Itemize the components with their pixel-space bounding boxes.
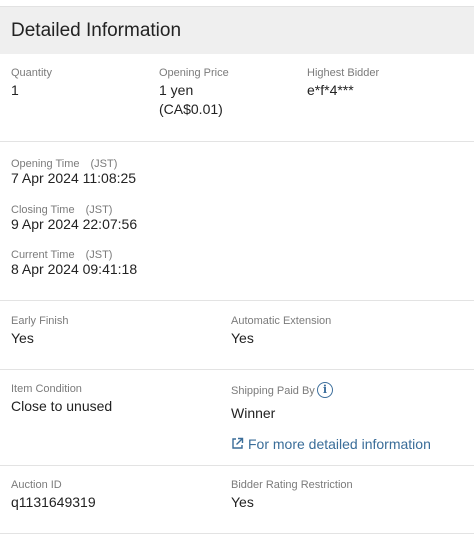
quantity-value: 1 (11, 82, 19, 98)
shipping-paid-by-value: Winner (231, 405, 276, 421)
page-title: Detailed Information (11, 20, 182, 41)
more-info-link[interactable]: For more detailed information (231, 436, 431, 452)
automatic-extension-value: Yes (231, 330, 254, 346)
more-info-link-text: For more detailed information (248, 436, 431, 452)
divider (0, 465, 474, 466)
opening-price-value: 1 yen (159, 82, 194, 98)
divider (0, 141, 474, 142)
automatic-extension-label: Automatic Extension (231, 315, 332, 327)
early-finish-label: Early Finish (11, 315, 69, 327)
divider (0, 533, 474, 534)
divider (0, 369, 474, 370)
item-condition-label: Item Condition (11, 383, 82, 395)
divider (0, 300, 474, 301)
external-link-icon (232, 437, 244, 449)
quantity-label: Quantity (11, 67, 52, 79)
current-time-label: Current Time (JST) (11, 249, 113, 261)
auction-id-value: q1131649319 (11, 494, 96, 510)
highest-bidder-label: Highest Bidder (307, 67, 380, 79)
section-header: Detailed Information (0, 6, 474, 54)
bidder-rating-restriction-value: Yes (231, 494, 254, 510)
highest-bidder-value: e*f*4*** (307, 82, 354, 98)
current-time-value: 8 Apr 2024 09:41:18 (11, 261, 138, 277)
shipping-paid-by-label: Shipping Paid By (231, 385, 315, 397)
bidder-rating-restriction-label: Bidder Rating Restriction (231, 479, 353, 491)
info-icon[interactable]: i (317, 382, 333, 398)
closing-time-value: 9 Apr 2024 22:07:56 (11, 216, 138, 232)
opening-price-label: Opening Price (159, 67, 229, 79)
opening-time-label: Opening Time (JST) (11, 158, 118, 170)
opening-time-value: 7 Apr 2024 11:08:25 (11, 170, 137, 186)
opening-price-converted: (CA$0.01) (159, 101, 223, 117)
item-condition-value: Close to unused (11, 398, 113, 414)
early-finish-value: Yes (11, 330, 34, 346)
auction-id-label: Auction ID (11, 479, 62, 491)
closing-time-label: Closing Time (JST) (11, 204, 113, 216)
